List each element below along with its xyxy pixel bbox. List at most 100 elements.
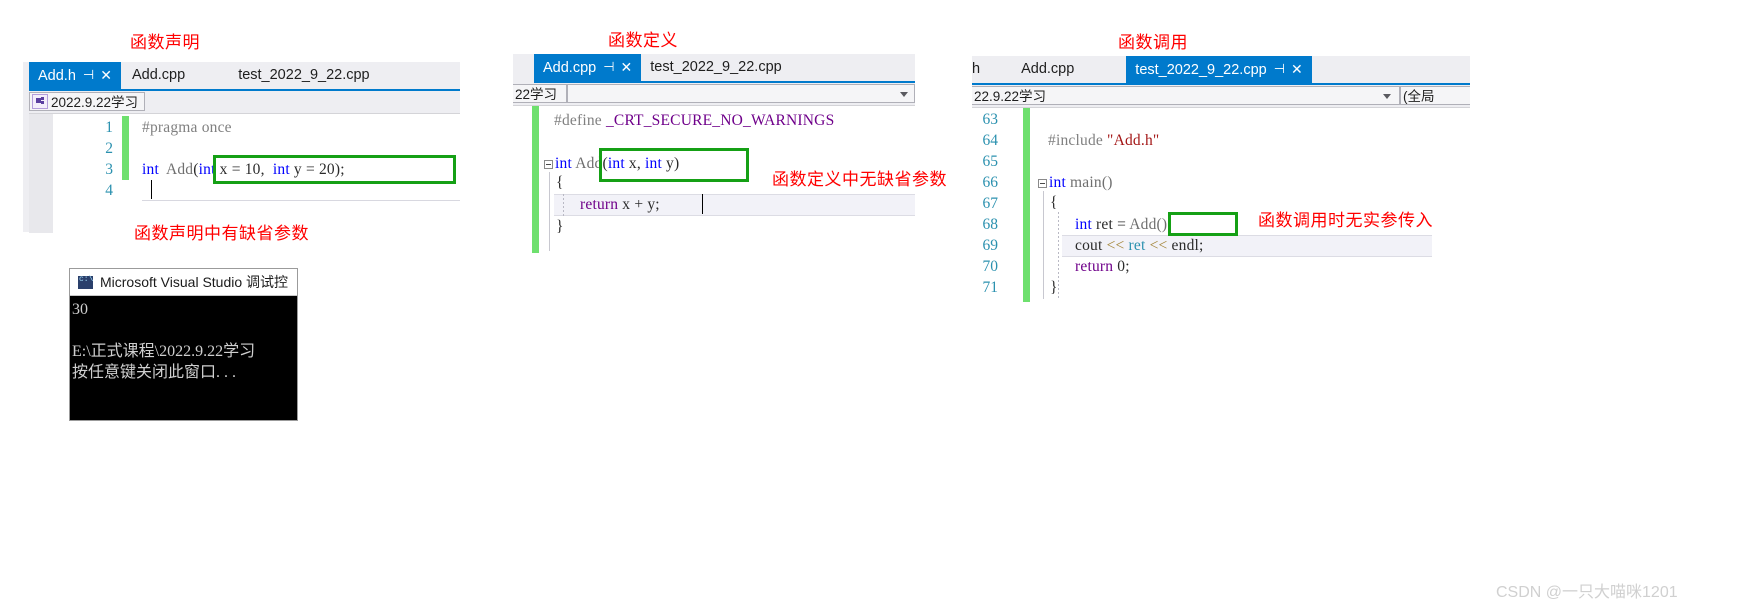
editor-panel-declaration: Add.h ⊣ ✕ Add.cpp test_2022_9_22.cpp 2022.9… [23, 62, 460, 233]
console-icon [78, 275, 93, 289]
panel3-scope-label: (全局 [1403, 89, 1435, 104]
pp-define: #define [554, 112, 602, 129]
editor-panel-call: h Add.cpp test_2022_9_22.cpp ⊣ ✕ 22.9.22学习 (… [972, 56, 1470, 302]
tab-add-h[interactable]: Add.h ⊣ ✕ [29, 62, 121, 89]
console-output-line3: 按任意键关闭此窗口. . . [72, 364, 237, 381]
tab-add-h-partial-label: h [972, 61, 981, 77]
panel3-code-line-open-brace: { [1050, 194, 1058, 211]
return-value: 0; [1113, 258, 1130, 275]
close-icon[interactable]: ✕ [621, 54, 633, 81]
panel3-code-line-return: return 0; [1075, 258, 1130, 276]
pin-icon[interactable]: ⊣ [83, 61, 94, 88]
tab-test-cpp[interactable]: test_2022_9_22.cpp [641, 54, 790, 81]
macro-name: _CRT_SECURE_NO_WARNINGS [601, 112, 835, 129]
panel3-line-number: 66 [982, 174, 999, 191]
kw-int: int [1049, 174, 1066, 191]
csdn-watermark: CSDN @一只大喵咪1201 [1496, 584, 1678, 601]
panel2-indent-guide [549, 172, 550, 251]
panel3-line-number: 67 [982, 195, 999, 212]
fn-add: Add [571, 155, 603, 172]
tab-add-cpp[interactable]: Add.cpp [121, 62, 229, 89]
obj-cout: cout [1075, 237, 1103, 254]
panel3-scope-selector[interactable]: (全局 [1400, 86, 1470, 105]
tab-add-cpp-label: Add.cpp [1021, 61, 1075, 77]
panel3-indent-guide [1043, 191, 1044, 299]
kw-return: return [1075, 258, 1114, 275]
var-ret: ret [1128, 237, 1146, 254]
tab-test-cpp-label: test_2022_9_22.cpp [650, 59, 782, 75]
panel3-line-number: 65 [982, 153, 999, 170]
panel3-line-number: 63 [982, 111, 999, 128]
panel2-nav-bar: 22学习 [513, 83, 915, 106]
panel1-change-bar [122, 116, 129, 180]
tab-test-cpp[interactable]: test_2022_9_22.cpp ⊣ ✕ [1126, 55, 1312, 83]
panel3-code-line-cout: cout << ret << endl; [1075, 237, 1204, 255]
panel1-code-line-3: int Add(int x = 10, int y = 20); [142, 161, 345, 179]
kw-int: int [1075, 216, 1092, 233]
tab-add-cpp-label: Add.cpp [543, 60, 597, 76]
tab-test-cpp[interactable]: test_2022_9_22.cpp [229, 62, 378, 89]
panel2-project-selector[interactable]: 22学习 [513, 84, 567, 103]
console-title-label: Microsoft Visual Studio 调试控 [100, 274, 289, 290]
editor-panel-definition: Add.cpp ⊣ ✕ test_2022_9_22.cpp 22学习 #defin… [513, 53, 915, 253]
panel3-line-number: 69 [982, 237, 999, 254]
close-icon[interactable]: ✕ [1291, 56, 1303, 83]
obj-endl: endl; [1171, 237, 1204, 254]
panel2-annotation-title: 函数定义 [608, 31, 678, 51]
param-x: x, [624, 155, 646, 172]
var-ret-assign: ret = [1091, 216, 1130, 233]
value-20: 20 [318, 161, 335, 178]
panel2-text-caret [702, 194, 703, 214]
chevron-down-icon[interactable] [1383, 94, 1391, 99]
stream-op-2: << [1145, 237, 1172, 254]
panel3-collapse-toggle[interactable] [1038, 179, 1047, 188]
panel2-code-line-define: #define _CRT_SECURE_NO_WARNINGS [554, 112, 834, 130]
panel2-project-label: 22学习 [515, 87, 558, 102]
close-icon[interactable]: ✕ [100, 62, 112, 89]
kw-int: int [555, 155, 572, 172]
panel3-tab-bar: h Add.cpp test_2022_9_22.cpp ⊣ ✕ [972, 56, 1470, 85]
tab-add-cpp[interactable]: Add.cpp ⊣ ✕ [534, 53, 642, 81]
pin-icon[interactable]: ⊣ [603, 53, 614, 80]
panel1-line-number: 3 [105, 161, 113, 178]
panel1-tab-bar: Add.h ⊣ ✕ Add.cpp test_2022_9_22.cpp [29, 62, 460, 91]
panel2-code-line-return: return x + y; [580, 196, 660, 214]
panel2-collapse-toggle[interactable] [544, 160, 553, 169]
panel1-code-area[interactable]: 1 2 3 4 #pragma once int Add(int x = 10, … [29, 114, 460, 233]
include-target: "Add.h" [1102, 132, 1160, 149]
pp-include: #include [1048, 132, 1103, 149]
kw-return: return [580, 196, 619, 213]
panel1-line-number: 1 [105, 119, 113, 136]
panel3-change-bar [1023, 108, 1030, 302]
panel3-code-line-close-brace: } [1050, 279, 1058, 296]
stream-op-1: << [1102, 237, 1129, 254]
panel3-project-selector[interactable]: 22.9.22学习 [972, 86, 1400, 105]
tab-add-cpp[interactable]: Add.cpp [1012, 56, 1126, 83]
panel2-code-line-open-brace: { [556, 174, 564, 191]
pin-icon[interactable]: ⊣ [1274, 55, 1285, 82]
panel3-code-area[interactable]: 63 64 65 66 67 68 69 70 71 #include "Add… [972, 108, 1470, 302]
console-output-line1: 30 [72, 301, 88, 318]
chevron-down-icon[interactable] [900, 92, 908, 97]
panel1-indicator-margin [29, 114, 53, 233]
panel3-code-line-call: int ret = Add(); [1075, 216, 1172, 234]
kw-int-x: int [198, 161, 216, 178]
panel3-code-line-main: int main() [1049, 174, 1113, 192]
panel2-block-guide [563, 194, 564, 216]
tab-test-cpp-label: test_2022_9_22.cpp [1135, 62, 1267, 78]
panel1-line-separator [142, 200, 460, 201]
paren-close-semicolon: ); [334, 161, 345, 178]
kw-int-x: int [607, 155, 625, 172]
panel1-project-selector[interactable]: 2022.9.22学习 [29, 92, 145, 111]
panel2-member-selector[interactable] [567, 84, 915, 103]
value-10: 10 [244, 161, 261, 178]
panel1-line-number: 4 [105, 182, 113, 199]
tab-test-cpp-label: test_2022_9_22.cpp [238, 67, 370, 83]
tab-add-h-partial[interactable]: h [972, 56, 1012, 83]
panel3-line-number: 71 [982, 279, 999, 296]
panel3-code-line-include: #include "Add.h" [1048, 132, 1159, 150]
panel2-code-line-close-brace: } [556, 218, 564, 235]
param-y: y) [661, 155, 680, 172]
panel1-code-line-1: #pragma once [142, 119, 232, 136]
panel2-change-bar [532, 106, 539, 253]
